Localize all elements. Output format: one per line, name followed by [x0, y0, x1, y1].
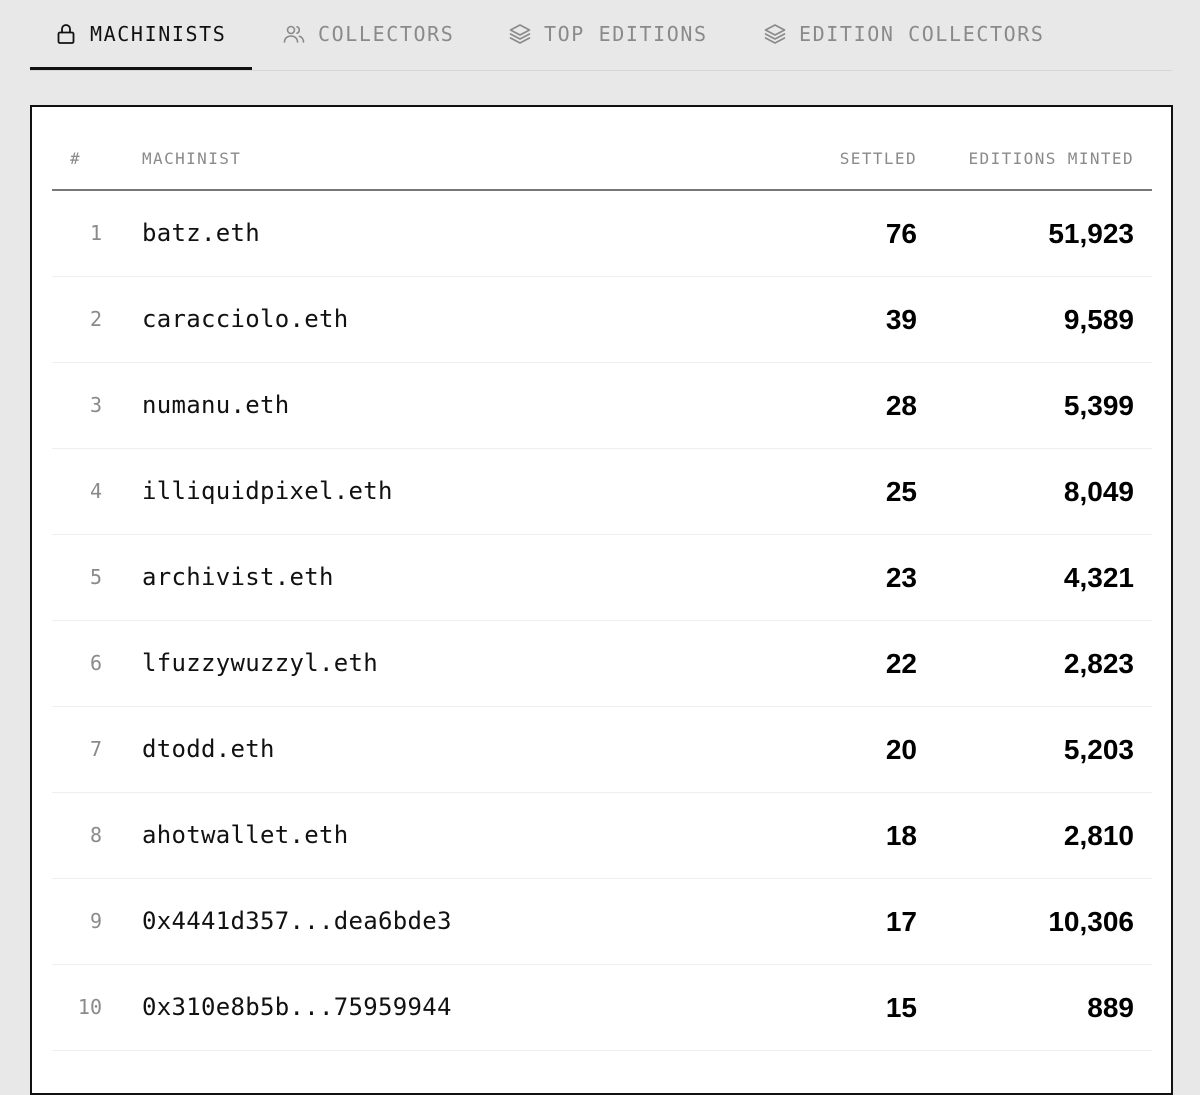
machinists-table: # MACHINIST SETTLED EDITIONS MINTED 1 ba…	[52, 107, 1152, 1051]
lock-icon	[54, 22, 78, 46]
machinist-name[interactable]: 0x310e8b5b...75959944	[142, 965, 452, 1050]
leaderboard-tabs: MACHINISTS COLLECTORS TOP EDITIONS EDITI…	[30, 0, 1172, 71]
table-row[interactable]: 4 illiquidpixel.eth 25 8,049	[52, 449, 1152, 535]
rank-cell: 1	[89, 221, 102, 245]
rank-cell: 7	[89, 737, 102, 761]
tab-top-editions[interactable]: TOP EDITIONS	[508, 0, 708, 68]
rank-cell: 6	[89, 651, 102, 675]
editions-minted-count: 9,589	[1063, 304, 1134, 335]
table-row[interactable]: 8 ahotwallet.eth 18 2,810	[52, 793, 1152, 879]
machinist-name[interactable]: caracciolo.eth	[142, 277, 349, 362]
tab-machinists[interactable]: MACHINISTS	[30, 0, 252, 70]
tab-label: TOP EDITIONS	[544, 22, 708, 46]
rank-cell: 3	[89, 393, 102, 417]
leaderboard-panel: # MACHINIST SETTLED EDITIONS MINTED 1 ba…	[30, 105, 1173, 1095]
table-row[interactable]: 2 caracciolo.eth 39 9,589	[52, 277, 1152, 363]
table-row[interactable]: 9 0x4441d357...dea6bde3 17 10,306	[52, 879, 1152, 965]
table-row[interactable]: 1 batz.eth 76 51,923	[52, 191, 1152, 277]
rank-cell: 2	[89, 307, 102, 331]
layers-icon	[508, 22, 532, 46]
rank-cell: 4	[89, 479, 102, 503]
column-header-settled[interactable]: SETTLED	[840, 149, 917, 169]
machinist-name[interactable]: illiquidpixel.eth	[142, 449, 393, 534]
rank-cell: 5	[89, 565, 102, 589]
editions-minted-count: 5,203	[1063, 734, 1134, 765]
rank-cell: 8	[89, 823, 102, 847]
tab-label: MACHINISTS	[90, 21, 227, 46]
column-header-machinist[interactable]: MACHINIST	[142, 149, 241, 169]
machinist-name[interactable]: archivist.eth	[142, 535, 334, 620]
machinist-name[interactable]: numanu.eth	[142, 363, 290, 448]
machinist-name[interactable]: 0x4441d357...dea6bde3	[142, 879, 452, 964]
tab-edition-collectors[interactable]: EDITION COLLECTORS	[763, 0, 1045, 68]
machinist-name[interactable]: lfuzzywuzzyl.eth	[142, 621, 378, 706]
column-header-rank[interactable]: #	[70, 149, 90, 169]
table-row[interactable]: 5 archivist.eth 23 4,321	[52, 535, 1152, 621]
machinist-name[interactable]: ahotwallet.eth	[142, 793, 349, 878]
settled-count: 17	[885, 906, 917, 937]
settled-count: 15	[885, 992, 917, 1023]
editions-minted-count: 2,823	[1063, 648, 1134, 679]
machinist-name[interactable]: batz.eth	[142, 191, 260, 276]
tab-collectors[interactable]: COLLECTORS	[282, 0, 454, 68]
editions-minted-count: 4,321	[1063, 562, 1134, 593]
rank-cell: 10	[77, 995, 102, 1019]
editions-minted-count: 889	[1087, 992, 1134, 1023]
editions-minted-count: 2,810	[1063, 820, 1134, 851]
table-header: # MACHINIST SETTLED EDITIONS MINTED	[52, 107, 1152, 191]
users-icon	[282, 22, 306, 46]
table-row[interactable]: 7 dtodd.eth 20 5,203	[52, 707, 1152, 793]
settled-count: 20	[885, 734, 917, 765]
settled-count: 23	[885, 562, 917, 593]
table-row[interactable]: 3 numanu.eth 28 5,399	[52, 363, 1152, 449]
tab-label: EDITION COLLECTORS	[799, 22, 1045, 46]
tab-label: COLLECTORS	[318, 22, 455, 46]
table-row[interactable]: 10 0x310e8b5b...75959944 15 889	[52, 965, 1152, 1051]
settled-count: 76	[885, 218, 917, 249]
column-header-editions-minted[interactable]: EDITIONS MINTED	[969, 149, 1135, 169]
settled-count: 18	[885, 820, 917, 851]
settled-count: 22	[885, 648, 917, 679]
editions-minted-count: 51,923	[1048, 218, 1134, 249]
editions-minted-count: 5,399	[1063, 390, 1134, 421]
machinist-name[interactable]: dtodd.eth	[142, 707, 275, 792]
settled-count: 39	[885, 304, 917, 335]
settled-count: 25	[885, 476, 917, 507]
layers-icon	[763, 22, 787, 46]
editions-minted-count: 8,049	[1063, 476, 1134, 507]
settled-count: 28	[885, 390, 917, 421]
rank-cell: 9	[89, 909, 102, 933]
table-row[interactable]: 6 lfuzzywuzzyl.eth 22 2,823	[52, 621, 1152, 707]
editions-minted-count: 10,306	[1048, 906, 1134, 937]
